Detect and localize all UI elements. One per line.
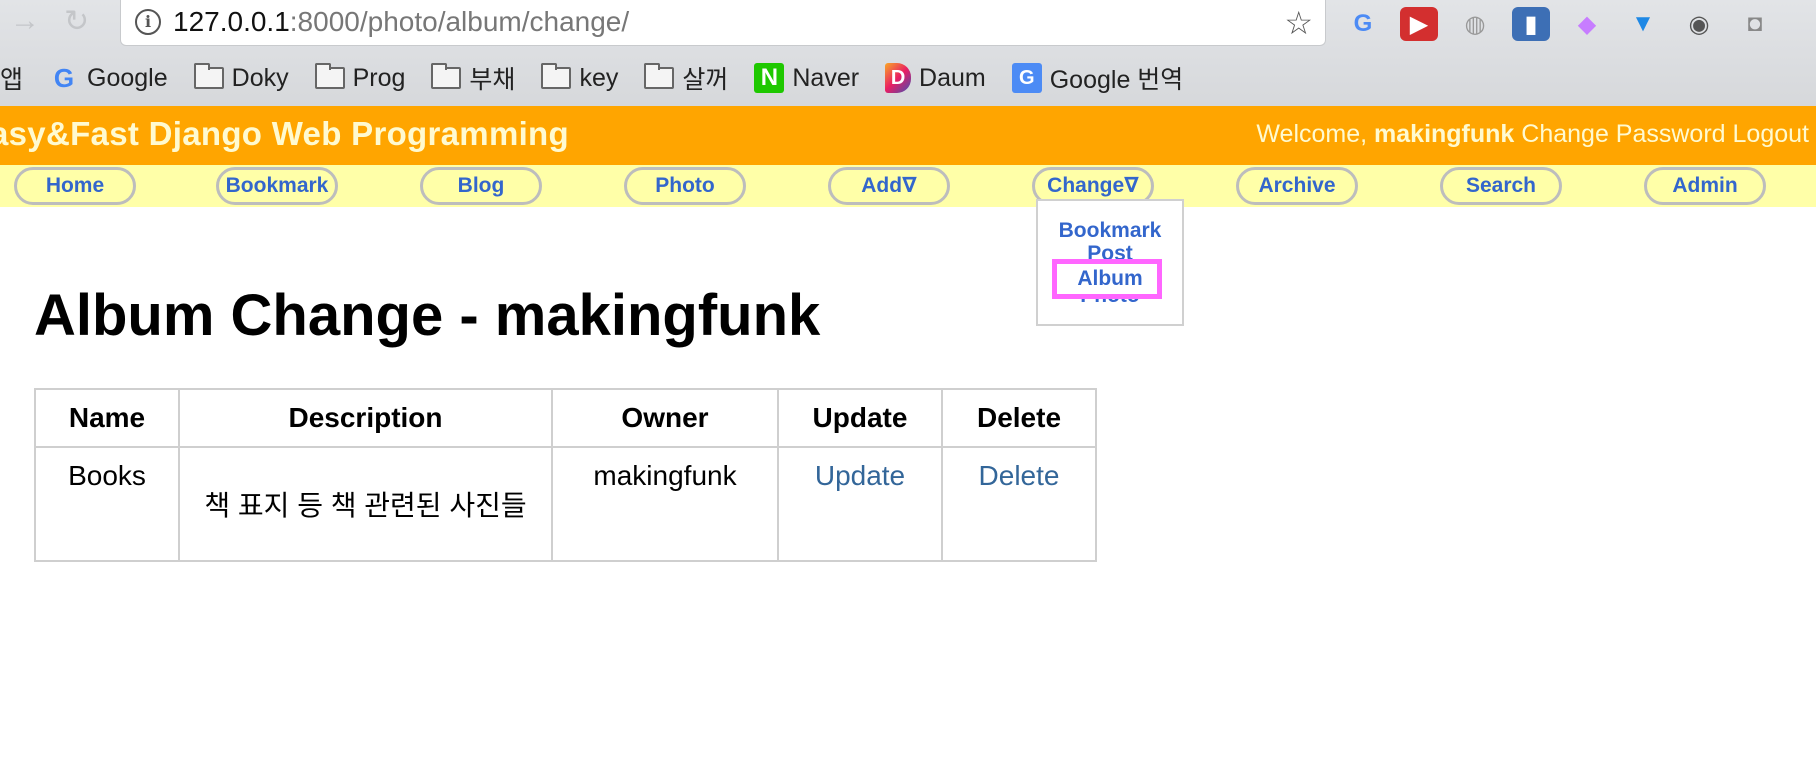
folder-icon: [314, 63, 345, 89]
page-title: Album Change - makingfunk: [34, 283, 821, 348]
menu-bar: Home Bookmark Blog Photo Add∇ Change∇ Ar…: [0, 165, 1816, 207]
bookmark-daum[interactable]: D Daum: [885, 63, 986, 93]
bookmark-buy[interactable]: 살꺼: [644, 60, 728, 96]
url-path: :8000/photo/album/change/: [289, 6, 630, 37]
reload-icon[interactable]: ↻: [64, 4, 89, 39]
bookmark-prog[interactable]: Prog: [314, 63, 406, 93]
header-owner: Owner: [551, 388, 779, 448]
globe-extension-icon[interactable]: ◍: [1456, 7, 1494, 41]
bookmark-apps[interactable]: 앱: [0, 60, 23, 96]
bookmark-google-translate[interactable]: G Google 번역: [1011, 60, 1184, 96]
url-host: 127.0.0.1: [173, 6, 290, 37]
bookmark-label: 부채: [469, 66, 516, 94]
cell-description: 책 표지 등 책 관련된 사진들: [178, 446, 553, 562]
folder-icon: [193, 63, 224, 89]
site-title: asy&Fast Django Web Programming: [0, 115, 569, 152]
change-password-link[interactable]: Change Password: [1521, 120, 1725, 148]
dropdown-album[interactable]: Album: [1038, 267, 1182, 291]
username: makingfunk: [1374, 120, 1515, 148]
bookmark-extension-icon[interactable]: ▮: [1512, 7, 1550, 41]
extensions-bar: G ▶ ◍ ▮ ◆ ▼ ◉ ◘: [1344, 6, 1774, 42]
cell-name: Books: [34, 446, 180, 562]
bookmark-label: Naver: [792, 63, 860, 92]
dropdown-bookmark[interactable]: Bookmark: [1038, 219, 1182, 243]
daum-icon: D: [885, 63, 912, 93]
update-link[interactable]: Update: [815, 460, 905, 491]
bookmark-label: Prog: [352, 63, 406, 92]
folder-icon: [431, 63, 462, 89]
bookmark-label: Doky: [231, 63, 289, 92]
naver-icon: N: [754, 63, 785, 93]
menu-photo[interactable]: Photo: [624, 167, 746, 205]
bookmark-naver[interactable]: N Naver: [754, 63, 859, 93]
paint-extension-icon[interactable]: ◆: [1568, 7, 1606, 41]
camera-extension-icon[interactable]: ◘: [1736, 7, 1774, 41]
cell-update: Update: [777, 446, 943, 562]
info-icon[interactable]: i: [135, 9, 161, 35]
table-header-row: Name Description Owner Update Delete: [34, 388, 1097, 448]
menu-archive[interactable]: Archive: [1236, 167, 1358, 205]
bookmark-label: Google 번역: [1049, 66, 1184, 94]
apps-label: 앱: [0, 66, 24, 94]
bookmark-label: 살꺼: [682, 66, 729, 94]
album-table: Name Description Owner Update Delete Boo…: [34, 388, 1097, 562]
site-header: asy&Fast Django Web Programming Welcome,…: [0, 106, 1816, 165]
bookmark-debt[interactable]: 부채: [431, 60, 515, 96]
media-extension-icon[interactable]: ▶: [1400, 7, 1438, 41]
forward-icon[interactable]: →: [10, 4, 40, 38]
bookmark-key[interactable]: key: [541, 63, 619, 93]
header-delete: Delete: [941, 388, 1097, 448]
folder-icon: [644, 63, 675, 89]
delete-link[interactable]: Delete: [979, 460, 1060, 491]
url-text[interactable]: 127.0.0.1:8000/photo/album/change/: [173, 6, 629, 38]
bookmark-doky[interactable]: Doky: [193, 63, 289, 93]
bookmark-label: key: [579, 63, 619, 92]
address-bar[interactable]: i 127.0.0.1:8000/photo/album/change/ ☆: [120, 0, 1326, 46]
table-row: Books 책 표지 등 책 관련된 사진들 makingfunk Update…: [34, 446, 1097, 562]
menu-blog[interactable]: Blog: [420, 167, 542, 205]
header-update: Update: [777, 388, 943, 448]
google-translate-icon: G: [1011, 63, 1042, 93]
cell-owner: makingfunk: [551, 446, 779, 562]
bookmark-google[interactable]: G Google: [49, 63, 168, 93]
menu-bookmark[interactable]: Bookmark: [216, 167, 338, 205]
welcome-text: Welcome,: [1256, 120, 1368, 148]
menu-home[interactable]: Home: [14, 167, 136, 205]
user-tools: Welcome, makingfunk Change Password Logo…: [1256, 120, 1809, 149]
translate-extension-icon[interactable]: G: [1344, 7, 1382, 41]
google-icon: G: [53, 63, 75, 93]
bookmarks-bar: 앱 G Google Doky Prog 부채 key 살꺼 N Naver D Da…: [0, 56, 1209, 100]
menu-add[interactable]: Add∇: [828, 167, 950, 205]
browser-chrome: → ↻ i 127.0.0.1:8000/photo/album/change/…: [0, 0, 1816, 106]
bookmark-label: Daum: [919, 63, 986, 92]
logout-link[interactable]: Logout: [1733, 120, 1809, 148]
bookmark-star-icon[interactable]: ☆: [1284, 4, 1313, 42]
folder-icon: [541, 63, 572, 89]
diamond-extension-icon[interactable]: ▼: [1624, 7, 1662, 41]
menu-search[interactable]: Search: [1440, 167, 1562, 205]
menu-admin[interactable]: Admin: [1644, 167, 1766, 205]
change-dropdown: Bookmark Post Photo Album: [1036, 199, 1184, 326]
bookmark-label: Google: [87, 63, 168, 92]
header-name: Name: [34, 388, 180, 448]
key-extension-icon[interactable]: ◉: [1680, 7, 1718, 41]
header-description: Description: [178, 388, 553, 448]
cell-delete: Delete: [941, 446, 1097, 562]
